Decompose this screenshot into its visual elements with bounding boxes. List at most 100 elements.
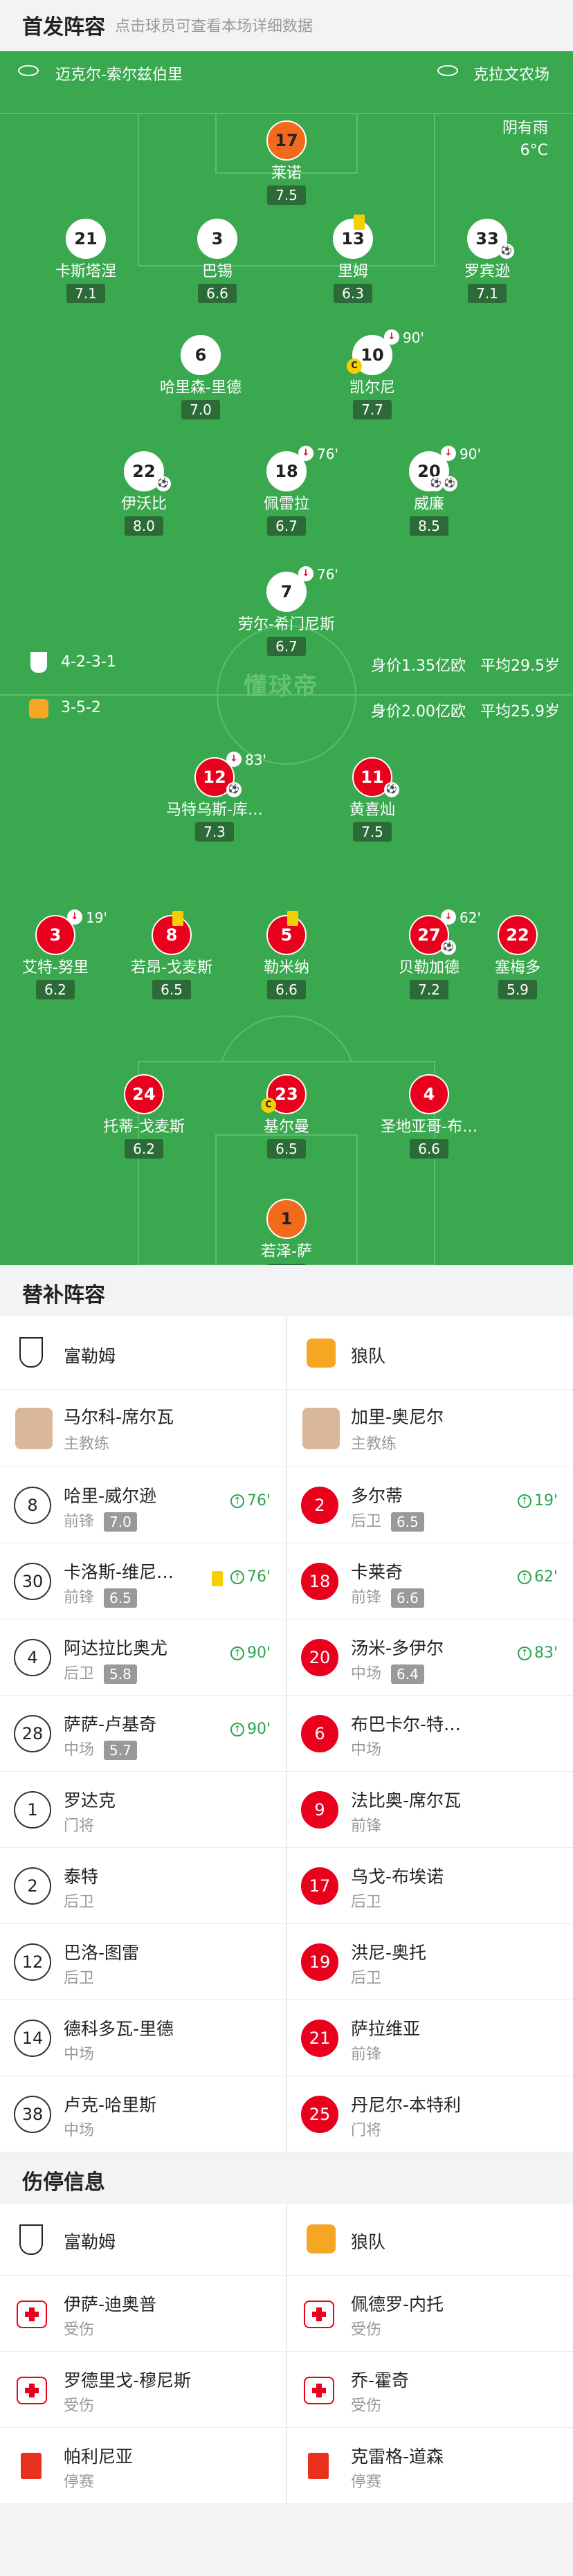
player-rating: 7.0	[181, 400, 220, 419]
fulham-injured-player[interactable]: 帕利尼亚 停赛	[0, 2428, 286, 2503]
player-rating: 7.1	[66, 284, 105, 303]
wolves-player[interactable]: 23 基尔曼 6.5 C	[217, 1074, 356, 1159]
fulham-coach[interactable]: 马尔科-席尔瓦 主教练	[0, 1390, 286, 1467]
fulham-player[interactable]: 7 劳尔-希门尼斯 6.7 ↓ 76'	[217, 566, 356, 656]
fulham-sub-player[interactable]: 38 卢克-哈里斯 中场	[0, 2076, 286, 2152]
wolves-injured-player[interactable]: 克雷格-道森 停赛	[287, 2428, 573, 2503]
fulham-player[interactable]: 10 凯尔尼 7.7 ↓ C 90'	[303, 329, 442, 419]
fulham-sub-player[interactable]: 4 阿达拉比奥尤 后卫 5.8 ↑ 90'	[0, 1620, 286, 1695]
player-name: 帕利尼亚	[64, 2447, 134, 2467]
wolves-sub-player[interactable]: 2 多尔蒂 后卫 6.5 ↑ 19'	[287, 1467, 573, 1543]
sub-in-minute: 90'	[246, 1721, 271, 1738]
sub-in-icon: ↑	[230, 1570, 244, 1584]
wolves-player[interactable]: 22 塞梅多 5.9	[448, 915, 573, 999]
player-rating: 6.6	[391, 1588, 424, 1608]
subs-row: 38 卢克-哈里斯 中场 25 丹尼尔-本特利 门将	[0, 2076, 573, 2152]
player-position: 后卫	[351, 1513, 382, 1530]
wolves-team[interactable]: 狼队	[287, 2204, 573, 2275]
wolves-sub-player[interactable]: 6 布巴卡尔-特… 中场	[287, 1696, 573, 1771]
fulham-player[interactable]: 6 哈里森-里德 7.0	[131, 335, 270, 419]
fulham-player[interactable]: 21 卡斯塔涅 7.1	[17, 219, 155, 303]
fulham-sub-player[interactable]: 14 德科多瓦-里德 中场	[0, 2000, 286, 2076]
wolves-player[interactable]: 11 黄喜灿 7.5 ⚽	[303, 757, 442, 842]
sub-in-minute: 62'	[534, 1568, 558, 1586]
player-number: 2	[14, 1867, 51, 1905]
fulham-injured-player[interactable]: 罗德里戈-穆尼斯 受伤	[0, 2352, 286, 2427]
wolves-sub-player[interactable]: 25 丹尼尔-本特利 门将	[287, 2076, 573, 2152]
player-name: 塞梅多	[494, 959, 540, 977]
sub-in-indicator: ↑ 90'	[230, 1721, 271, 1738]
player-rating: 7.7	[353, 400, 392, 419]
weather-temp: 6°C	[520, 142, 548, 159]
player-name: 佩雷拉	[263, 496, 309, 513]
fulham-player[interactable]: 33 罗宾逊 7.1 ⚽	[418, 219, 556, 303]
sub-in-indicator: ↑ 90'	[230, 1644, 271, 1662]
wolves-player[interactable]: 12 马特乌斯-库… 7.3 ↓ ⚽ 83'	[145, 752, 284, 842]
fulham-player[interactable]: 17 莱诺 7.5	[217, 120, 356, 205]
pitch: 迈克尔-索尔兹伯里 克拉文农场 阴有雨 6°C 17 莱诺 7.5 21 卡斯塔涅 7.1…	[0, 51, 573, 1265]
sub-in-indicator: ↑ 62'	[517, 1568, 558, 1586]
injury-row: 帕利尼亚 停赛 克雷格-道森 停赛	[0, 2428, 573, 2504]
player-name: 卡斯塔涅	[55, 263, 116, 280]
fulham-player[interactable]: 20 威廉 8.5 ↓ ⚽ ⚽ 90'	[360, 446, 498, 536]
fulham-player[interactable]: 22 伊沃比 8.0 ⚽	[75, 451, 213, 536]
goal-icon: ⚽	[499, 244, 514, 259]
player-name: 布巴卡尔-特…	[351, 1714, 462, 1734]
fulham-player[interactable]: 13 里姆 6.3	[284, 215, 422, 303]
coach-role: 主教练	[64, 1435, 110, 1453]
player-name: 凯尔尼	[349, 379, 395, 397]
wolves-injured-player[interactable]: 乔-霍奇 受伤	[287, 2352, 573, 2427]
wolves-sub-player[interactable]: 19 洪尼-奥托 后卫	[287, 1924, 573, 1999]
player-rating: 6.2	[36, 980, 75, 999]
medical-kit-icon	[17, 2377, 47, 2404]
player-name: 黄喜灿	[349, 801, 395, 819]
fulham-sub-player[interactable]: 1 罗达克 门将	[0, 1772, 286, 1847]
fulham-player[interactable]: 18 佩雷拉 6.7 ↓ 76'	[217, 446, 356, 536]
player-status: 停赛	[64, 2474, 95, 2491]
wolves-injured-player[interactable]: 佩德罗-内托 受伤	[287, 2276, 573, 2351]
fulham-team[interactable]: 富勒姆	[0, 2204, 286, 2275]
fulham-sub-player[interactable]: 30 卡洛斯-维尼… 前锋 6.5 ↑ 76'	[0, 1543, 286, 1619]
fulham-sub-player[interactable]: 28 萨萨-卢基奇 中场 5.7 ↑ 90'	[0, 1696, 286, 1771]
wolves-player[interactable]: 5 勒米纳 6.6	[217, 911, 356, 999]
lineup-header: 首发阵容 点击球员可查看本场详细数据	[0, 0, 573, 51]
stadium-icon	[437, 65, 458, 76]
wolves-coach[interactable]: 加里-奥尼尔 主教练	[287, 1390, 573, 1467]
wolves-sub-player[interactable]: 18 卡莱奇 前锋 6.6 ↑ 62'	[287, 1543, 573, 1619]
player-number: 5	[266, 915, 307, 955]
fulham-team[interactable]: 富勒姆	[0, 1316, 286, 1389]
player-name: 萨萨-卢基奇	[64, 1714, 157, 1734]
fulham-injured-player[interactable]: 伊萨-迪奥普 受伤	[0, 2276, 286, 2351]
fulham-sub-player[interactable]: 2 泰特 后卫	[0, 1848, 286, 1923]
sub-minute: 90'	[460, 446, 481, 462]
wolves-sub-player[interactable]: 9 法比奥-席尔瓦 前锋	[287, 1772, 573, 1847]
fulham-sub-player[interactable]: 8 哈里-威尔逊 前锋 7.0 ↑ 76'	[0, 1467, 286, 1543]
sub-in-minute: 76'	[246, 1492, 271, 1509]
wolves-team[interactable]: 狼队	[287, 1316, 573, 1389]
fulham-sub-player[interactable]: 12 巴洛-图雷 后卫	[0, 1924, 286, 1999]
wolves-player[interactable]: 24 托蒂-戈麦斯 6.2	[75, 1074, 213, 1159]
player-number: 4	[14, 1639, 51, 1676]
substitution-icon: ↓	[298, 446, 313, 461]
yellow-card-icon	[172, 911, 183, 926]
wolves-player[interactable]: 4 圣地亚哥-布… 6.6	[360, 1074, 498, 1159]
player-rating: 6.7	[267, 516, 306, 536]
wolves-sub-player[interactable]: 17 乌戈-布埃诺 后卫	[287, 1848, 573, 1923]
player-name: 卢克-哈里斯	[64, 2095, 157, 2115]
sub-minute: 76'	[317, 566, 338, 583]
wolves-sub-player[interactable]: 21 萨拉维亚 前锋	[287, 2000, 573, 2076]
fulham-player[interactable]: 3 巴锡 6.6	[148, 219, 286, 303]
sub-in-minute: 19'	[534, 1492, 558, 1509]
player-number: 24	[124, 1074, 164, 1114]
player-name: 伊萨-迪奥普	[64, 2294, 157, 2314]
player-rating: 6.6	[410, 1139, 448, 1159]
wolves-player[interactable]: 1若泽-萨7.0	[217, 1199, 356, 1265]
player-number: 17	[301, 1867, 338, 1905]
player-number: 4	[409, 1074, 449, 1114]
goal-icon: ⚽	[428, 476, 444, 491]
player-rating: 7.3	[195, 822, 234, 842]
goal-icon: ⚽	[156, 476, 171, 491]
wolves-logo-icon	[29, 699, 48, 718]
captain-icon: C	[347, 359, 362, 374]
wolves-sub-player[interactable]: 20 汤米-多伊尔 中场 6.4 ↑ 83'	[287, 1620, 573, 1695]
